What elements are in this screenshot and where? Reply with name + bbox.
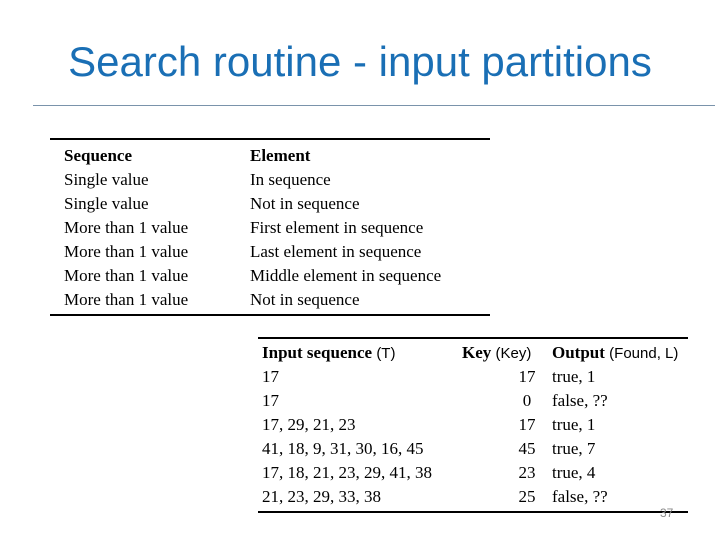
cell-sequence: More than 1 value [64,242,189,261]
key-value: 17 [518,367,536,386]
cell-input: 17, 29, 21, 23 [262,415,356,434]
cell-output: true, 4 [552,463,596,482]
table-row: More than 1 value Not in sequence [50,288,490,312]
cell-output: false, ?? [552,391,608,410]
header-param: (Found, L) [609,345,679,362]
table-row: 17, 29, 21, 23 17 true, 1 [258,413,688,437]
header-label: Output [552,343,605,362]
cell-input: 17, 18, 21, 23, 29, 41, 38 [262,463,432,482]
key-value: 17 [518,415,536,434]
header-key: Key (Key) [462,341,552,365]
title-divider [33,105,715,106]
cell-element: Last element in sequence [250,242,422,261]
table-row: 17 0 false, ?? [258,389,688,413]
table-header-row: Sequence Element [50,144,490,168]
table-row: 41, 18, 9, 31, 30, 16, 45 45 true, 7 [258,437,688,461]
cell-sequence: More than 1 value [64,290,189,309]
key-value: 25 [518,487,536,506]
cell-sequence: Single value [64,170,149,189]
header-label: Input sequence [262,343,373,362]
cell-element: Not in sequence [250,194,360,213]
header-param: (T) [376,345,396,362]
table-row: 17 17 true, 1 [258,365,688,389]
cell-input: 21, 23, 29, 33, 38 [262,487,381,506]
cell-key: 45 [462,437,552,461]
cell-sequence: Single value [64,194,149,213]
cell-key: 25 [462,485,552,509]
table-row: 21, 23, 29, 33, 38 25 false, ?? [258,485,688,509]
key-value: 0 [522,391,532,410]
table-row: More than 1 value Last element in sequen… [50,240,490,264]
key-value: 23 [518,463,536,482]
header-element: Element [250,146,311,165]
cell-key: 17 [462,365,552,389]
cell-input: 41, 18, 9, 31, 30, 16, 45 [262,439,424,458]
test-cases-table: Input sequence (T) Key (Key) Output (Fou… [258,337,688,513]
table-row: Single value In sequence [50,168,490,192]
table-row: More than 1 value First element in seque… [50,216,490,240]
slide-title: Search routine - input partitions [68,38,652,85]
cell-sequence: More than 1 value [64,266,189,285]
partitions-table: Sequence Element Single value In sequenc… [50,138,490,316]
cell-element: Middle element in sequence [250,266,442,285]
header-param: (Key) [495,345,532,362]
cell-element: In sequence [250,170,331,189]
table-header-row: Input sequence (T) Key (Key) Output (Fou… [258,341,688,365]
key-value: 45 [518,439,536,458]
cell-key: 0 [462,389,552,413]
cell-element: First element in sequence [250,218,424,237]
cell-input: 17 [262,367,279,386]
cell-key: 23 [462,461,552,485]
cell-element: Not in sequence [250,290,360,309]
cell-sequence: More than 1 value [64,218,189,237]
cell-output: true, 7 [552,439,596,458]
cell-output: true, 1 [552,367,596,386]
table-row: More than 1 value Middle element in sequ… [50,264,490,288]
header-output: Output (Found, L) [552,341,688,365]
cell-input: 17 [262,391,279,410]
header-label: Key [462,343,492,362]
cell-key: 17 [462,413,552,437]
header-input-sequence: Input sequence (T) [258,341,462,365]
page-number: 37 [660,506,674,520]
header-sequence: Sequence [64,146,132,165]
cell-output: true, 1 [552,415,596,434]
table-row: Single value Not in sequence [50,192,490,216]
table-row: 17, 18, 21, 23, 29, 41, 38 23 true, 4 [258,461,688,485]
